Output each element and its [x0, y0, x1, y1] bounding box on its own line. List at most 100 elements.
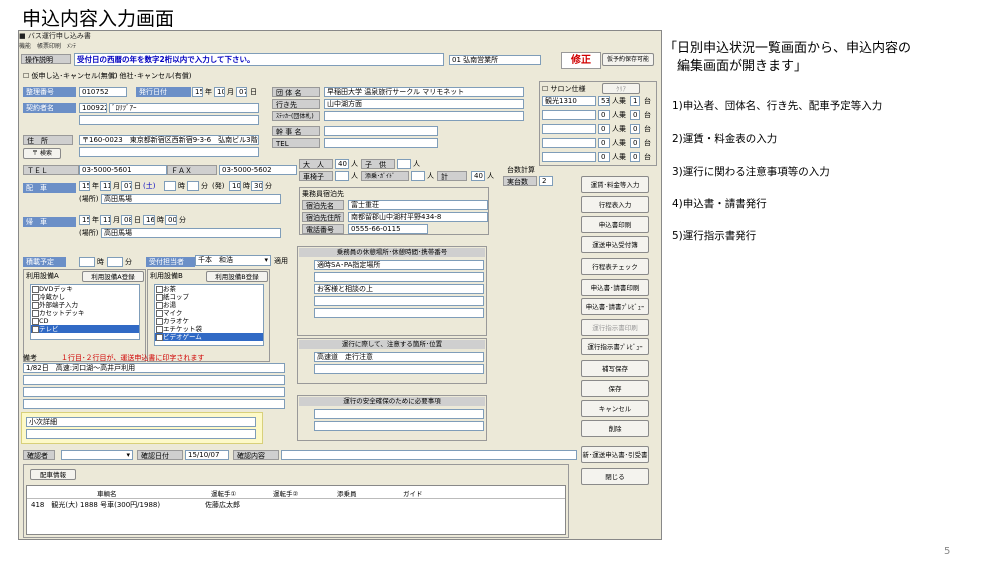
- car-type-field[interactable]: [542, 110, 596, 120]
- other-cancel-checkbox[interactable]: ☐ 他社･キャンセル(有償): [111, 71, 191, 81]
- meet-minute[interactable]: [187, 181, 199, 191]
- group-name[interactable]: 早稲田大学 温泉旅行サークル マリモネット: [324, 87, 524, 97]
- address-field-2[interactable]: [79, 147, 259, 157]
- car-seats-field[interactable]: 0: [598, 124, 610, 134]
- equipment-b-register-button[interactable]: 利用設備B登録: [206, 271, 268, 282]
- list-item[interactable]: マイク: [155, 309, 263, 317]
- car-seats-field[interactable]: 53: [598, 96, 610, 106]
- car-seats-field[interactable]: 0: [598, 138, 610, 148]
- memo-line-1[interactable]: 1/82日 高速:河口湖～高井戸利用: [23, 363, 285, 373]
- return-day[interactable]: 08: [121, 215, 132, 225]
- list-item[interactable]: カセットデッキ: [31, 309, 139, 317]
- luggage-hour[interactable]: [79, 257, 95, 267]
- rest-line-4[interactable]: [314, 296, 484, 306]
- table-row[interactable]: 418 観光(大) 1888 号車(300円/1988): [31, 500, 160, 510]
- tel2-field[interactable]: [324, 138, 438, 148]
- list-item[interactable]: お湯: [155, 301, 263, 309]
- car-qty-field[interactable]: 0: [630, 124, 640, 134]
- list-item[interactable]: 紙コップ: [155, 293, 263, 301]
- memo-line-4[interactable]: [23, 399, 285, 409]
- action-button-2[interactable]: 行程表入力: [581, 196, 649, 213]
- reg-no-field[interactable]: 010752: [79, 87, 127, 97]
- issue-year[interactable]: 15: [192, 87, 203, 97]
- confirm-select[interactable]: ▾: [61, 450, 133, 460]
- action-button-14[interactable]: 新･運送申込書･引受書: [581, 446, 649, 463]
- bus-count[interactable]: 2: [539, 176, 553, 186]
- confirm-date[interactable]: 15/10/07: [185, 450, 229, 460]
- sub-detail-field[interactable]: 小次詳細: [26, 417, 256, 427]
- action-button-6[interactable]: 申込書･請書印刷: [581, 279, 649, 296]
- action-button-10[interactable]: 補写保存: [581, 360, 649, 377]
- fax-field[interactable]: 03-5000-5602: [219, 165, 297, 175]
- destination-field[interactable]: 山中湖方面: [324, 99, 524, 109]
- dispatch-minute[interactable]: 30: [251, 181, 263, 191]
- staff-select[interactable]: 千本 和浩 ▾: [195, 255, 271, 266]
- return-month[interactable]: 11: [100, 215, 111, 225]
- stay-address[interactable]: 南都留郡山中湖村平野434-8: [348, 212, 488, 222]
- apply-button[interactable]: 適用: [274, 256, 288, 266]
- list-item[interactable]: CD: [31, 317, 139, 325]
- caution-line-2[interactable]: [314, 364, 484, 374]
- dispatch-year[interactable]: 15: [79, 181, 90, 191]
- action-button-13[interactable]: 削除: [581, 420, 649, 437]
- list-item[interactable]: 外部端子入力: [31, 301, 139, 309]
- action-button-9[interactable]: 運行指示書ﾌﾟﾚﾋﾞｭｰ: [581, 338, 649, 355]
- car-type-field[interactable]: [542, 124, 596, 134]
- luggage-minute[interactable]: [107, 257, 123, 267]
- dispatch-day[interactable]: 07: [121, 181, 132, 191]
- tentative-checkbox[interactable]: ☐ 仮申し込･キャンセル(無償): [23, 71, 117, 81]
- return-year[interactable]: 15: [79, 215, 90, 225]
- safety-line-1[interactable]: [314, 409, 484, 419]
- action-button-3[interactable]: 申込書印刷: [581, 216, 649, 233]
- return-minute[interactable]: 00: [165, 215, 177, 225]
- contract-name[interactable]: ﾞﾛﾘﾂﾞｱｰ: [109, 103, 259, 113]
- action-button-7[interactable]: 申込書･請書ﾌﾟﾚﾋﾞｭｰ: [581, 298, 649, 315]
- rest-line-3[interactable]: お客様と相談の上: [314, 284, 484, 294]
- confirm-content[interactable]: [281, 450, 577, 460]
- salon-checkbox[interactable]: ☐ サロン仕様: [542, 84, 586, 94]
- clear-button[interactable]: ｸﾘｱ: [602, 83, 640, 94]
- meet-hour[interactable]: [164, 181, 176, 191]
- return-hour[interactable]: 16: [143, 215, 155, 225]
- rest-line-1[interactable]: 適時SA･PA指定場所: [314, 260, 484, 270]
- return-place[interactable]: 高田馬場: [101, 228, 281, 238]
- total-count[interactable]: 40: [471, 171, 485, 181]
- list-item[interactable]: カラオケ: [155, 317, 263, 325]
- contract-code[interactable]: 100922: [79, 103, 107, 113]
- office-select[interactable]: 01 弘南営業所: [449, 55, 541, 65]
- contract-name-2[interactable]: [79, 115, 259, 125]
- guide-count[interactable]: [411, 171, 425, 181]
- dispatch-place[interactable]: 高田馬場: [101, 194, 281, 204]
- sub-detail-field-2[interactable]: [26, 429, 256, 439]
- rest-line-5[interactable]: [314, 308, 484, 318]
- dispatch-month[interactable]: 11: [100, 181, 111, 191]
- car-type-field[interactable]: [542, 138, 596, 148]
- list-item[interactable]: お茶: [155, 285, 263, 293]
- child-count[interactable]: [397, 159, 411, 169]
- list-item[interactable]: テレビ: [31, 325, 139, 333]
- postal-search-button[interactable]: 〒 検索: [23, 148, 61, 159]
- list-item[interactable]: エチケット袋: [155, 325, 263, 333]
- memo-line-2[interactable]: [23, 375, 285, 385]
- action-button-8[interactable]: 運行指示書印刷: [581, 319, 649, 336]
- equipment-b-list[interactable]: お茶 紙コップ お湯 マイク カラオケ エチケット袋 ビデオゲーム: [154, 284, 264, 346]
- list-item[interactable]: ビデオゲーム: [155, 333, 263, 341]
- safety-line-2[interactable]: [314, 421, 484, 431]
- list-item[interactable]: DVDデッキ: [31, 285, 139, 293]
- action-button-11[interactable]: 保存: [581, 380, 649, 397]
- adult-count[interactable]: 40: [335, 159, 349, 169]
- car-qty-field[interactable]: 0: [630, 152, 640, 162]
- action-button-4[interactable]: 運送申込受付簿: [581, 236, 649, 253]
- action-button-15[interactable]: 閉じる: [581, 468, 649, 485]
- assignment-tab[interactable]: 配車情報: [30, 469, 76, 480]
- stay-tel[interactable]: 0555-66-0115: [348, 224, 428, 234]
- action-button-1[interactable]: 運賃･料金等入力: [581, 176, 649, 193]
- wheelchair-count[interactable]: [335, 171, 349, 181]
- sticker-field[interactable]: [324, 111, 524, 121]
- equipment-a-register-button[interactable]: 利用設備A登録: [82, 271, 144, 282]
- issue-month[interactable]: 10: [214, 87, 225, 97]
- car-seats-field[interactable]: 0: [598, 110, 610, 120]
- car-qty-field[interactable]: 0: [630, 138, 640, 148]
- car-type-field[interactable]: 観光1310: [542, 96, 596, 106]
- car-qty-field[interactable]: 1: [630, 96, 640, 106]
